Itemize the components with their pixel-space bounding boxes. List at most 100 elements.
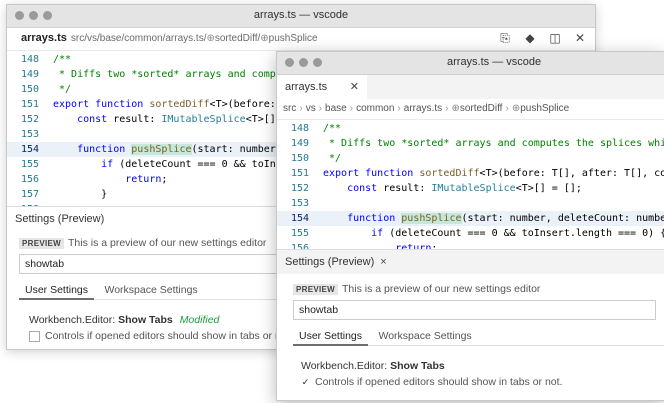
close-icon[interactable]: ✕ [573, 31, 587, 46]
code-token: result: [383, 183, 432, 194]
code-token: * Diffs two *sorted* arrays and computes [53, 69, 300, 80]
breadcrumb-item[interactable]: base [325, 103, 347, 114]
code-token: */ [53, 84, 72, 95]
code-token: * Diffs two *sorted* arrays and computes… [329, 138, 664, 149]
code-token: (deleteCount === 0 && toInsert [119, 159, 300, 170]
settings-header-label: Settings (Preview) [285, 256, 375, 268]
code-token: pushSplice [401, 213, 462, 224]
close-icon[interactable]: × [380, 256, 386, 268]
code-token: } [53, 189, 108, 200]
minimize-window-button[interactable] [299, 58, 308, 67]
title-bar: arrays.ts — vscode [277, 52, 664, 75]
show-tabs-checkbox[interactable]: ✓ [301, 377, 310, 387]
chevron-right-icon: › [505, 103, 509, 114]
window-controls [285, 58, 322, 67]
preview-text: This is a preview of our new settings ed… [342, 283, 541, 295]
line-number: 152 [290, 183, 309, 194]
setting-title: Workbench.Editor: Show Tabs [277, 360, 664, 372]
code-token: IMutableSplice [161, 114, 246, 125]
open-changes-icon[interactable]: ⎘ [498, 31, 512, 46]
tab-symbol: sortedDiff [214, 33, 258, 44]
chevron-right-icon: › [299, 103, 303, 114]
line-number: 155 [290, 228, 309, 239]
window-title: arrays.ts — vscode [447, 56, 542, 68]
title-bar: arrays.ts — vscode [7, 5, 595, 28]
tab-workspace-settings[interactable]: Workspace Settings [98, 282, 203, 298]
tab-path: src/vs/base/common/arrays.ts/⊕sortedDiff… [70, 33, 318, 44]
tab-symbol-2: pushSplice [268, 33, 318, 44]
code-line[interactable]: 148 /** [277, 121, 664, 136]
code-line[interactable]: 150 */ [277, 151, 664, 166]
code-token: */ [323, 153, 342, 164]
settings-tabs: User Settings Workspace Settings [293, 326, 664, 346]
editor-actions: ⎘ ◆ ◫ ✕ [498, 31, 587, 46]
line-number: 149 [20, 69, 39, 80]
line-number: 148 [20, 54, 39, 65]
code-line[interactable]: 154 function pushSplice(start: number, d… [277, 211, 664, 226]
code-token: export function [323, 168, 420, 179]
split-editor-icon[interactable]: ◫ [548, 31, 562, 46]
symbol-icon: ⊕ [260, 33, 269, 44]
close-icon[interactable]: ✕ [350, 75, 359, 99]
line-number: 153 [290, 198, 309, 209]
line-number: 152 [20, 114, 39, 125]
setting-description: Controls if opened editors should show i… [315, 376, 563, 388]
code-line[interactable]: 153 [277, 196, 664, 211]
code-token: <T>(before: T[], after: T[], compare [479, 168, 664, 179]
window-title: arrays.ts — vscode [253, 9, 349, 21]
preview-badge: PREVIEW [293, 284, 338, 295]
line-number: 155 [20, 159, 39, 170]
line-number: 157 [20, 189, 39, 200]
editor-tab[interactable]: arrays.ts ✕ [277, 75, 367, 99]
code-token: /** [53, 54, 72, 65]
zoom-window-button[interactable] [313, 58, 322, 67]
editor-tab-bar: arrays.ts src/vs/base/common/arrays.ts/⊕s… [7, 28, 595, 51]
code-line[interactable]: 155 if (deleteCount === 0 && toInsert.le… [277, 226, 664, 241]
code-token: result: [113, 114, 162, 125]
editor-tab[interactable]: arrays.ts src/vs/base/common/arrays.ts/⊕s… [21, 32, 318, 44]
code-line[interactable]: 149 * Diffs two *sorted* arrays and comp… [277, 136, 664, 151]
breadcrumb-item[interactable]: pushSplice [520, 103, 569, 114]
code-token: sortedDiff [419, 168, 480, 179]
settings-search-input[interactable]: showtab [293, 300, 656, 320]
breadcrumb-item[interactable]: arrays.ts [404, 103, 442, 114]
symbol-icon: ⊕ [451, 103, 460, 114]
line-number: 150 [290, 153, 309, 164]
code-token: IMutableSplice [431, 183, 516, 194]
code-token: export function [53, 99, 150, 110]
tab-filename: arrays.ts [21, 32, 67, 44]
code-line[interactable]: 151 export function sortedDiff<T>(before:… [277, 166, 664, 181]
code-token: return [53, 174, 162, 185]
settings-header: Settings (Preview) × [277, 250, 664, 274]
code-token: if [323, 228, 390, 239]
preview-notice: PREVIEW This is a preview of our new sett… [277, 283, 664, 295]
symbol-icon: ⊕ [206, 33, 215, 44]
code-token: /** [323, 123, 342, 134]
close-window-button[interactable] [285, 58, 294, 67]
breadcrumb-item[interactable]: vs [306, 103, 316, 114]
git-icon[interactable]: ◆ [523, 31, 537, 46]
code-token: (deleteCount === 0 && toInsert.length ==… [389, 228, 664, 239]
show-tabs-checkbox[interactable] [29, 330, 40, 342]
breadcrumb-item[interactable]: sortedDiff [460, 103, 503, 114]
line-number: 151 [20, 99, 39, 110]
tab-user-settings[interactable]: User Settings [19, 282, 95, 300]
chevron-right-icon: › [349, 103, 354, 114]
breadcrumb-item[interactable]: src [283, 103, 296, 114]
breadcrumb-item[interactable]: common [356, 103, 394, 114]
modified-indicator: Modified [179, 314, 220, 326]
code-line[interactable]: 152 const result: IMutableSplice<T>[] = … [277, 181, 664, 196]
setting-prefix: Workbench.Editor: [29, 314, 116, 326]
setting-checkbox-row: ✓ Controls if opened editors should show… [277, 376, 664, 388]
line-number: 154 [290, 213, 309, 224]
code-token: const [53, 114, 114, 125]
code-token: if [53, 159, 120, 170]
chevron-right-icon: › [318, 103, 323, 114]
line-number: 156 [20, 174, 39, 185]
line-number: 149 [290, 138, 309, 149]
code-token: const [323, 183, 384, 194]
line-number: 151 [290, 168, 309, 179]
tab-workspace-settings[interactable]: Workspace Settings [372, 328, 477, 344]
tab-user-settings[interactable]: User Settings [293, 328, 369, 346]
symbol-icon: ⊕ [511, 103, 521, 114]
